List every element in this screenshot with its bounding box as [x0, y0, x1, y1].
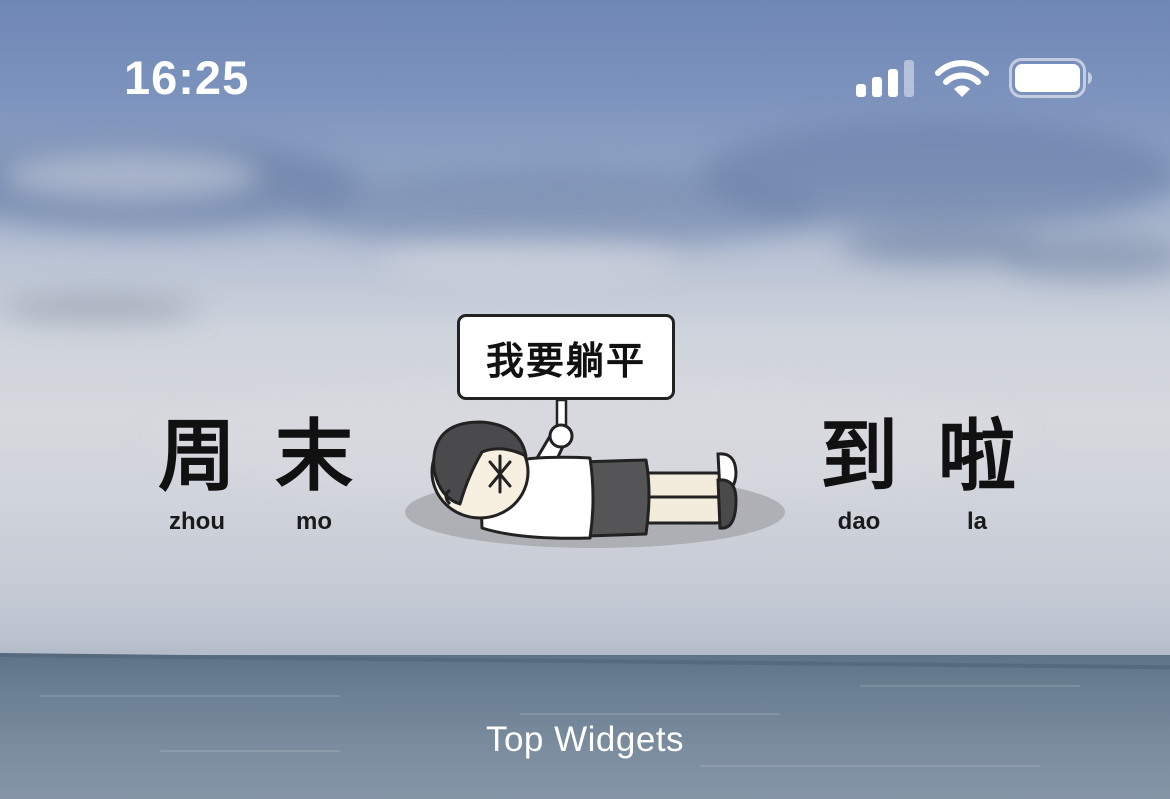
word-mo: 末 mo	[259, 418, 369, 536]
wifi-icon	[935, 60, 989, 97]
lying-person-illustration	[405, 400, 785, 548]
status-bar: 16:25	[0, 0, 1170, 150]
pinyin-label: zhou	[169, 508, 225, 535]
cellular-signal-icon	[856, 60, 914, 97]
widget-caption: Top Widgets	[485, 720, 685, 759]
weekend-widget[interactable]: 周 zhou 末 mo 到 dao 啦 la 我要躺平	[150, 305, 1030, 555]
hanzi-char: 末	[274, 412, 353, 502]
word-dao: 到 dao	[804, 418, 914, 536]
word-zhou: 周 zhou	[142, 418, 252, 536]
word-la: 啦 la	[922, 418, 1032, 536]
battery-icon	[1009, 58, 1092, 98]
hanzi-char: 啦	[937, 412, 1016, 502]
pinyin-label: la	[966, 508, 987, 535]
hanzi-char: 到	[819, 412, 898, 502]
pinyin-label: dao	[837, 508, 881, 535]
hanzi-char: 周	[157, 412, 236, 502]
home-screen: 16:25 周 zhou 末 mo 到 dao 啦 la 我要躺平 Top Wi…	[0, 0, 1170, 799]
sign-board: 我要躺平	[457, 314, 675, 400]
status-time: 16:25	[124, 51, 250, 104]
pinyin-label: mo	[296, 508, 332, 535]
